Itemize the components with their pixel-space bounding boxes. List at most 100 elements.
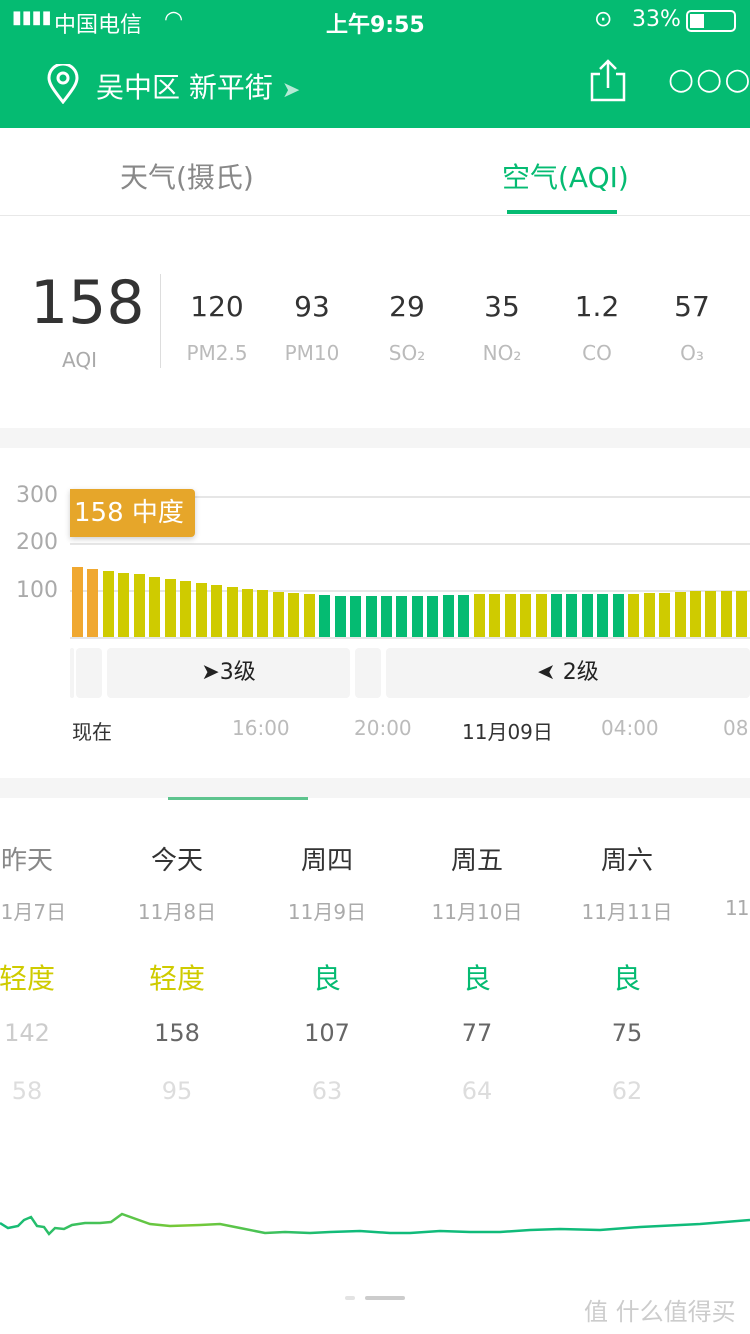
tab-weather[interactable]: 天气(摄氏) (120, 156, 254, 196)
baseline (70, 637, 750, 639)
day-max-aqi: 77 (461, 1019, 493, 1047)
aqi-bar[interactable] (241, 588, 253, 637)
page-dot[interactable] (345, 1296, 355, 1300)
aqi-bar[interactable] (211, 585, 223, 637)
app-header: ▮▮▮▮ 中国电信 ◠ 上午9:55 ⊙ 33% 吴中区 新平街 ➤ ○○○ (0, 0, 750, 128)
aqi-bar[interactable] (504, 594, 516, 637)
day-name (725, 840, 750, 880)
pollutant-name: SO₂ (388, 341, 426, 365)
aqi-bar[interactable] (350, 596, 362, 637)
aqi-bar[interactable] (118, 573, 130, 637)
aqi-bar[interactable] (458, 594, 470, 637)
battery-icon (686, 10, 736, 32)
day-column[interactable]: 昨天 11月7日 轻度 142 58 (0, 840, 102, 1105)
aqi-bar[interactable] (674, 591, 686, 637)
pollutant-value: 29 (389, 290, 425, 323)
day-column[interactable]: 11 (725, 840, 750, 1072)
wind-block (355, 648, 381, 698)
aqi-bar[interactable] (102, 571, 114, 637)
day-name: 今天 (150, 846, 203, 876)
aqi-bar[interactable] (396, 596, 408, 637)
aqi-bar[interactable] (566, 594, 578, 637)
pollutant-name: PM2.5 (186, 341, 248, 365)
section-divider (0, 778, 750, 798)
aqi-bar[interactable] (303, 593, 315, 637)
aqi-bar[interactable] (720, 590, 732, 637)
aqi-bar[interactable] (473, 594, 485, 637)
aqi-bar[interactable] (690, 591, 701, 637)
aqi-bar[interactable] (149, 576, 161, 637)
y-tick: 300 (16, 483, 58, 508)
aqi-bar[interactable] (257, 590, 269, 637)
day-column[interactable]: 周四 11月9日 良 107 63 (252, 840, 402, 1105)
aqi-bar[interactable] (72, 566, 83, 637)
aqi-bar[interactable] (736, 590, 748, 637)
wind-block (76, 648, 102, 698)
aqi-bar[interactable] (411, 596, 423, 637)
carrier: 中国电信 (54, 13, 143, 38)
more-icon[interactable]: ○○○ (668, 62, 750, 97)
location-name: 吴中区 新平街 (96, 71, 273, 104)
aqi-bar[interactable] (87, 568, 99, 637)
day-level: 良 (312, 962, 341, 995)
aqi-bar[interactable] (442, 594, 454, 637)
aqi-bar[interactable] (195, 583, 207, 637)
day-date: 11 (725, 896, 749, 920)
aqi-bar[interactable] (581, 594, 593, 637)
aqi-bar[interactable] (180, 581, 192, 637)
tab-bar: 天气(摄氏) 空气(AQI) (0, 128, 750, 216)
aqi-bar[interactable] (164, 578, 176, 637)
aqi-bar[interactable] (489, 594, 501, 637)
wind-block: ➤3级 (107, 648, 350, 698)
navigation-arrow-icon: ➤ (281, 78, 301, 103)
day-min-aqi: 63 (311, 1077, 343, 1105)
aqi-bar[interactable] (705, 591, 717, 637)
day-level (725, 952, 750, 992)
day-max-aqi: 75 (611, 1019, 643, 1047)
aqi-bar[interactable] (272, 591, 284, 637)
aqi-bar[interactable] (535, 594, 547, 637)
aqi-bar[interactable] (520, 594, 532, 637)
wind-block: ➤ 2级 (386, 648, 750, 698)
aqi-bar[interactable] (381, 596, 392, 637)
pollutant-5: 57 O₃ (647, 290, 737, 365)
aqi-bar[interactable] (319, 594, 331, 637)
x-tick: 04:00 (601, 716, 659, 740)
day-column[interactable]: 周五 11月10日 良 77 64 (402, 840, 552, 1105)
aqi-bar[interactable] (628, 594, 640, 637)
aqi-bar[interactable] (133, 574, 145, 637)
pollutant-name: CO (582, 341, 612, 365)
share-icon[interactable] (588, 58, 628, 102)
day-column[interactable]: 周六 11月11日 良 75 62 (552, 840, 702, 1105)
wind-level: 3级 (219, 660, 256, 685)
day-max-aqi: 142 (4, 1019, 50, 1047)
aqi-bar[interactable] (612, 594, 624, 637)
page-dot-active[interactable] (365, 1296, 405, 1300)
x-tick: 16:00 (232, 716, 290, 740)
daily-trend-line (0, 1212, 750, 1236)
aqi-bar[interactable] (365, 596, 377, 637)
pollutant-value: 93 (294, 290, 330, 323)
day-column[interactable]: 今天 11月8日 轻度 158 95 (102, 840, 252, 1105)
x-tick: 11月09日 (462, 720, 553, 744)
current-aqi-badge: 158 中度 (70, 489, 195, 537)
aqi-bar[interactable] (643, 593, 655, 637)
aqi-bar[interactable] (597, 594, 609, 637)
location-selector[interactable]: 吴中区 新平街 ➤ (96, 66, 300, 106)
aqi-bar[interactable] (659, 592, 671, 637)
pollutant-3: 35 NO₂ (457, 290, 547, 365)
y-tick: 100 (16, 578, 58, 603)
location-pin-icon (47, 64, 79, 104)
wind-direction-icon: ➤ (537, 660, 556, 685)
aqi-bar[interactable] (334, 596, 346, 637)
aqi-bar[interactable] (550, 594, 562, 637)
day-name: 周四 (300, 846, 353, 876)
pollutant-2: 29 SO₂ (362, 290, 452, 365)
tab-air[interactable]: 空气(AQI) (502, 156, 629, 196)
wifi-icon: ◠ (164, 7, 184, 32)
aqi-bar[interactable] (288, 592, 300, 637)
aqi-bar[interactable] (226, 587, 238, 637)
aqi-bar[interactable] (427, 595, 439, 637)
divider (160, 274, 161, 368)
pollutant-name: PM10 (284, 341, 340, 365)
